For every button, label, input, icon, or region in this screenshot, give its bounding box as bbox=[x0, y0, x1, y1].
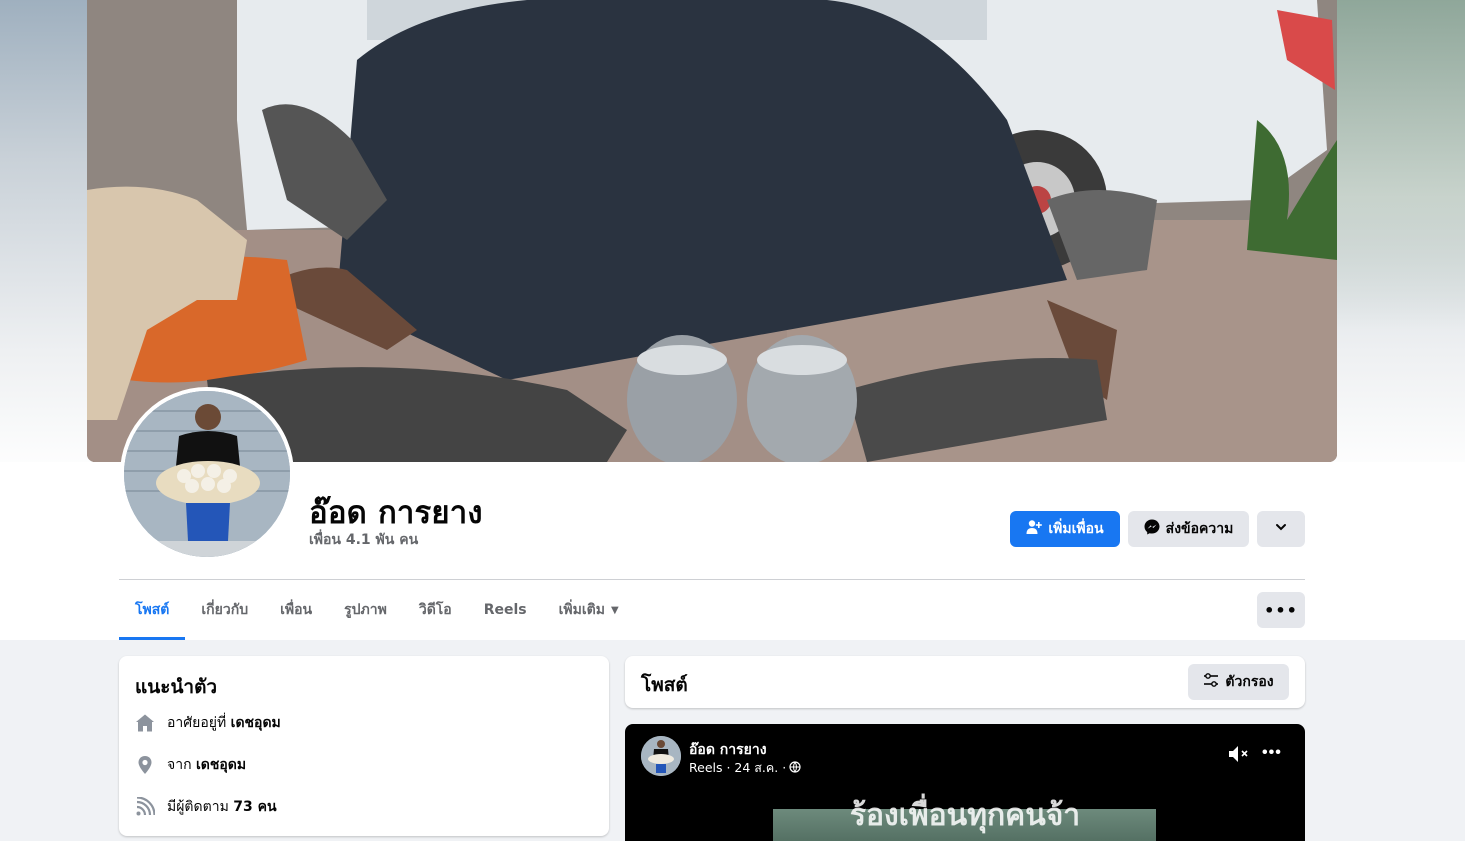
mute-icon[interactable] bbox=[1228, 744, 1250, 769]
tab-label: วิดีโอ bbox=[418, 602, 452, 618]
lives-prefix: อาศัยอยู่ที่ bbox=[167, 715, 227, 731]
tab-about[interactable]: เกี่ยวกับ bbox=[185, 580, 264, 640]
home-icon bbox=[135, 713, 155, 733]
tab-label: โพสต์ bbox=[135, 602, 170, 618]
profile-avatar[interactable] bbox=[120, 387, 294, 561]
tab-label: เพิ่มเติม bbox=[558, 602, 605, 618]
location-pin-icon bbox=[135, 755, 155, 775]
post-author-avatar[interactable] bbox=[641, 736, 681, 776]
caret-down-icon: ▼ bbox=[610, 604, 619, 616]
chevron-down-icon bbox=[1275, 521, 1287, 537]
tab-label: เพื่อน bbox=[280, 602, 313, 618]
tab-posts[interactable]: โพสต์ bbox=[119, 580, 186, 640]
post-meta: Reels · 24 ส.ค. · bbox=[689, 758, 801, 778]
globe-icon bbox=[789, 760, 801, 776]
profile-options-button[interactable] bbox=[1257, 511, 1305, 547]
video-caption: ร้องเพื่อนทุกคนจ้า bbox=[849, 798, 1081, 833]
tab-friends[interactable]: เพื่อน bbox=[264, 580, 328, 640]
profile-tabs: โพสต์ เกี่ยวกับ เพื่อน รูปภาพ วิดีโอ Ree… bbox=[119, 580, 635, 640]
tab-videos[interactable]: วิดีโอ bbox=[403, 580, 468, 640]
filter-sliders-icon bbox=[1203, 672, 1219, 692]
post-meta-text: Reels · 24 ส.ค. · bbox=[689, 760, 787, 775]
intro-title: แนะนำตัว bbox=[135, 676, 218, 698]
add-friend-button[interactable]: เพิ่มเพื่อน bbox=[1010, 511, 1120, 547]
tab-label: เกี่ยวกับ bbox=[201, 602, 249, 618]
message-button[interactable]: ส่งข้อความ bbox=[1128, 511, 1249, 547]
intro-card: แนะนำตัว อาศัยอยู่ที่ เดชอุดม จาก เดชอุด… bbox=[119, 656, 609, 836]
tab-reels[interactable]: Reels bbox=[468, 580, 543, 640]
followers-prefix: มีผู้ติดตาม bbox=[167, 799, 229, 815]
intro-followers: มีผู้ติดตาม 73 คน bbox=[135, 796, 277, 818]
posts-title: โพสต์ bbox=[641, 674, 688, 696]
add-friend-label: เพิ่มเพื่อน bbox=[1048, 521, 1104, 537]
from-prefix: จาก bbox=[167, 757, 192, 773]
more-dots-icon: ••• bbox=[1264, 600, 1298, 620]
post-more-icon[interactable]: ••• bbox=[1262, 744, 1282, 762]
intro-from: จาก เดชอุดม bbox=[135, 754, 246, 776]
tab-more[interactable]: เพิ่มเติม ▼ bbox=[543, 580, 635, 640]
post-card[interactable]: อ๊อด การยาง Reels · 24 ส.ค. · ••• ร้องเพ… bbox=[625, 724, 1305, 841]
tab-label: Reels bbox=[483, 602, 527, 618]
lives-value[interactable]: เดชอุดม bbox=[231, 715, 281, 731]
cover-photo[interactable] bbox=[87, 0, 1337, 462]
rss-followers-icon bbox=[135, 797, 155, 817]
messenger-icon bbox=[1144, 519, 1160, 539]
from-value[interactable]: เดชอุดม bbox=[196, 757, 246, 773]
followers-value[interactable]: 73 คน bbox=[233, 799, 276, 815]
filter-label: ตัวกรอง bbox=[1225, 674, 1274, 690]
tab-photos[interactable]: รูปภาพ bbox=[328, 580, 403, 640]
filter-button[interactable]: ตัวกรอง bbox=[1188, 664, 1289, 700]
more-options-button[interactable]: ••• bbox=[1257, 592, 1305, 628]
tab-label: รูปภาพ bbox=[344, 602, 387, 618]
add-friend-icon bbox=[1026, 519, 1043, 539]
message-label: ส่งข้อความ bbox=[1165, 521, 1234, 537]
posts-header-card: โพสต์ ตัวกรอง bbox=[625, 656, 1305, 708]
friends-count[interactable]: เพื่อน 4.1 พัน คน bbox=[309, 529, 418, 551]
intro-lives-in: อาศัยอยู่ที่ เดชอุดม bbox=[135, 712, 281, 734]
avatar-image bbox=[124, 391, 290, 557]
